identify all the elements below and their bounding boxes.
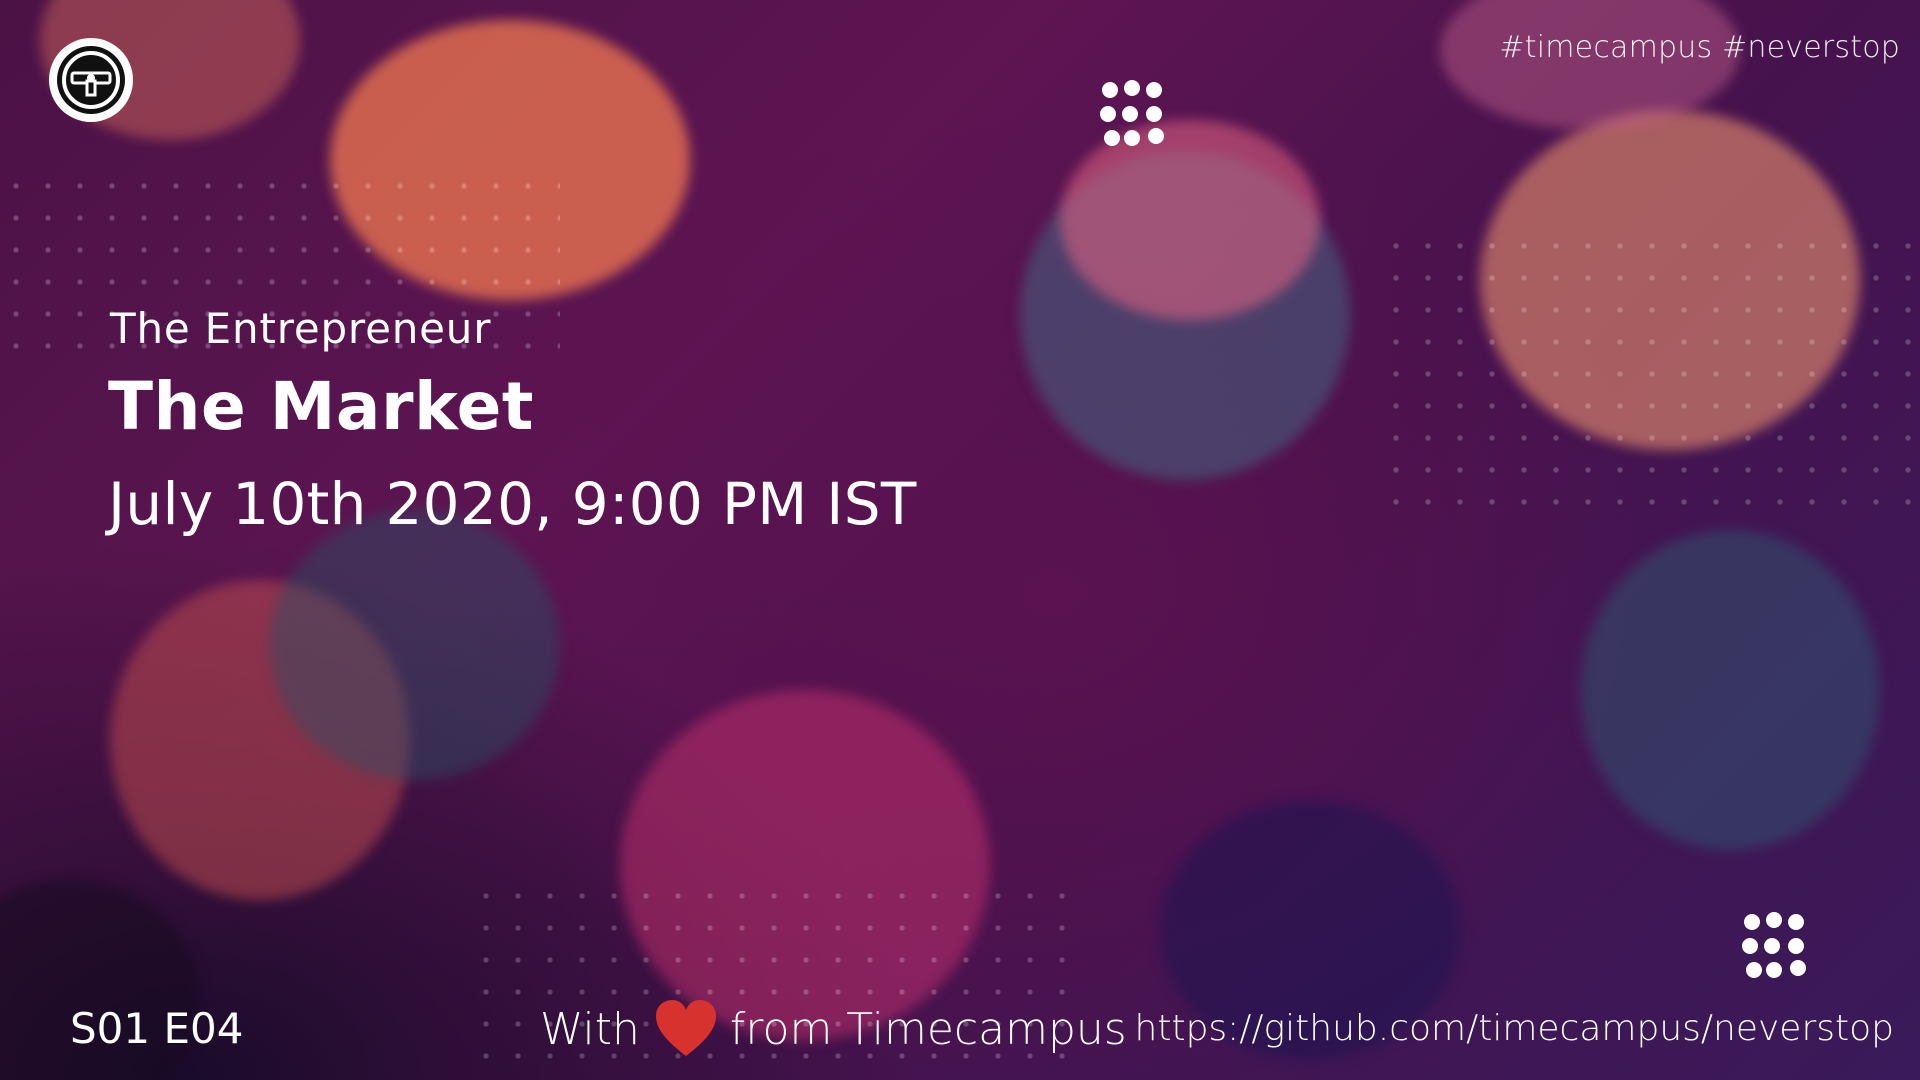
episode-title: The Market: [108, 368, 534, 445]
episode-number: S01 E04: [70, 1004, 244, 1053]
dot-grid-icon: [1742, 912, 1806, 978]
repository-link[interactable]: https://github.com/timecampus/neverstop: [1135, 1008, 1894, 1049]
poster: #timecampus #neverstop The Entrepreneur …: [0, 0, 1920, 1080]
bokeh-light: [1580, 530, 1880, 850]
event-datetime: July 10th 2020, 9:00 PM IST: [108, 470, 917, 538]
dot-pattern: [1380, 230, 1920, 530]
credit-prefix: With: [540, 1003, 640, 1055]
series-name: The Entrepreneur: [110, 304, 492, 353]
credit-line: With from Timecampus: [540, 998, 1127, 1060]
heart-icon: [655, 1000, 716, 1056]
bokeh-light: [270, 510, 560, 780]
dot-grid-icon: [1100, 80, 1164, 146]
credit-suffix: from Timecampus: [729, 1003, 1127, 1055]
hashtags: #timecampus #neverstop: [1499, 30, 1900, 65]
steering-wheel-logo-icon[interactable]: [48, 37, 134, 123]
